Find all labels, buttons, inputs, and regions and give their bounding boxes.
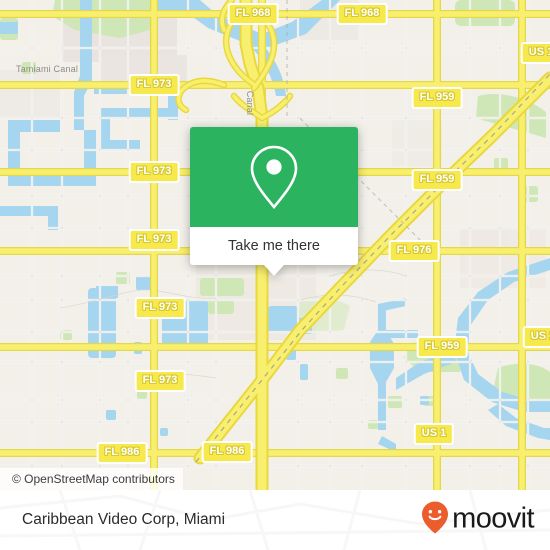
map-label-canal: Canal bbox=[245, 90, 255, 116]
road-shield-fl-973-c[interactable]: FL 973 bbox=[128, 229, 180, 251]
road-shield-fl-968-east[interactable]: FL 968 bbox=[336, 3, 388, 25]
road-shield-fl-973-e[interactable]: FL 973 bbox=[134, 370, 186, 392]
road-shield-fl-959-c[interactable]: FL 959 bbox=[416, 336, 468, 358]
road-shield-us-1-c[interactable]: US 1 bbox=[413, 423, 455, 445]
road-shield-fl-968-west[interactable]: FL 968 bbox=[227, 3, 279, 25]
page-title: Caribbean Video Corp, Miami bbox=[22, 511, 226, 528]
road-shield-fl-986-west[interactable]: FL 986 bbox=[96, 442, 148, 464]
map-label-tamiami-canal: Tamiami Canal bbox=[15, 64, 79, 74]
moovit-logo[interactable]: moovit bbox=[421, 501, 535, 540]
moovit-smiley-pin-icon bbox=[421, 501, 449, 540]
popup-tail bbox=[263, 264, 285, 276]
road-shield-fl-959-a[interactable]: FL 959 bbox=[411, 87, 463, 109]
osm-attribution[interactable]: © OpenStreetMap contributors bbox=[0, 468, 183, 490]
road-shield-fl-973-b[interactable]: FL 973 bbox=[128, 161, 180, 183]
road-shield-fl-973-a[interactable]: FL 973 bbox=[128, 74, 180, 96]
popup-header bbox=[190, 127, 358, 227]
road-shield-fl-973-d[interactable]: FL 973 bbox=[134, 297, 186, 319]
road-shield-fl-959-b[interactable]: FL 959 bbox=[411, 169, 463, 191]
map-canvas[interactable]: Tamiami Canal Canal FL 968 FL 968 FL 973… bbox=[0, 0, 550, 490]
location-popup-card: Take me there bbox=[190, 127, 358, 276]
footer-bar: Caribbean Video Corp, Miami moovit bbox=[0, 490, 550, 550]
road-shield-fl-976[interactable]: FL 976 bbox=[388, 240, 440, 262]
map-pin-icon bbox=[246, 143, 302, 211]
road-shield-fl-986-east[interactable]: FL 986 bbox=[201, 441, 253, 463]
moovit-wordmark: moovit bbox=[452, 502, 534, 535]
take-me-there-button[interactable]: Take me there bbox=[190, 227, 358, 265]
moovit-location-page: Tamiami Canal Canal FL 968 FL 968 FL 973… bbox=[0, 0, 550, 550]
road-shield-us-1-b[interactable]: US 1 bbox=[522, 326, 550, 348]
road-shield-us-1-a[interactable]: US 1 bbox=[520, 42, 550, 64]
